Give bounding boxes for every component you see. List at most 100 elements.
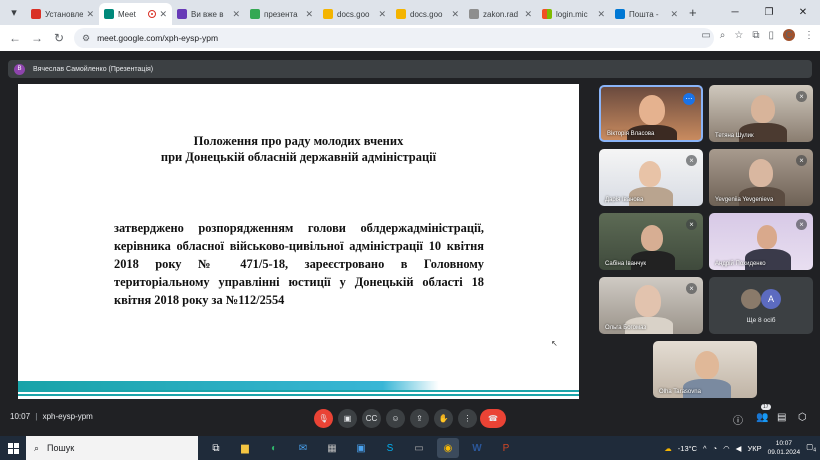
wifi-icon[interactable]: ◠ bbox=[723, 444, 730, 453]
present-button[interactable]: ⇪ bbox=[410, 409, 429, 428]
participant-tile[interactable]: ⨯ Сабіна Іванчук bbox=[599, 213, 703, 270]
system-tray: ☁ -13°C ^ ◔ ◠ ◀ УКР 10:07 09.01.2024 ▢4 bbox=[664, 436, 816, 460]
emoji-button[interactable]: ☺ bbox=[386, 409, 405, 428]
windows-start-icon[interactable] bbox=[0, 436, 26, 460]
taskbar-search[interactable]: ⌕ Пошук bbox=[26, 436, 198, 460]
search-icon: ⌕ bbox=[34, 442, 40, 453]
close-tab-icon[interactable]: ✕ bbox=[305, 9, 313, 20]
weather-temp[interactable]: -13°C bbox=[678, 444, 697, 453]
edge-icon[interactable]: ◐ bbox=[263, 438, 285, 458]
tab-item[interactable]: docs.goo ✕ bbox=[318, 3, 391, 25]
maximize-icon[interactable]: ❐ bbox=[752, 0, 786, 25]
tab-item[interactable]: Ви вже в ✕ bbox=[172, 3, 245, 25]
tab-item[interactable]: docs.goo ✕ bbox=[391, 3, 464, 25]
camera-in-use-icon[interactable]: ▭ bbox=[701, 30, 710, 41]
address-bar[interactable]: ⚙ meet.google.com/xph-eysp-ypm bbox=[74, 28, 714, 48]
muted-mic-icon: ⨯ bbox=[796, 91, 807, 102]
people-icon[interactable]: 👥 bbox=[756, 412, 768, 423]
clock-date: 09.01.2024 bbox=[767, 449, 801, 456]
browser-tab-bar: ▾ Установлен✕ Meet✕ Ви вже в✕ презента✕ … bbox=[0, 0, 820, 25]
tab-search-icon[interactable]: ▾ bbox=[6, 5, 22, 21]
slides-favicon-icon bbox=[323, 9, 333, 19]
participant-name: Андрій Похиденко bbox=[715, 261, 766, 267]
network-icon[interactable]: ◔ bbox=[713, 444, 718, 453]
skype-icon[interactable]: S bbox=[379, 438, 401, 458]
tab-label: Пошта - bbox=[629, 9, 659, 19]
language-indicator[interactable]: УКР bbox=[747, 444, 761, 453]
participant-name: Тетяна Шулик bbox=[715, 133, 754, 139]
presenter-label: Вячеслав Самойленко (Презентація) bbox=[33, 65, 154, 73]
network-app-icon[interactable]: ▭ bbox=[408, 438, 430, 458]
close-tab-icon[interactable]: ✕ bbox=[451, 9, 459, 20]
site-info-icon[interactable]: ⚙ bbox=[82, 33, 90, 44]
close-tab-icon[interactable]: ✕ bbox=[232, 9, 240, 20]
task-view-icon[interactable]: ⧉ bbox=[205, 438, 227, 458]
slide-title-line-1: Положення про раду молодих вчених bbox=[193, 134, 404, 148]
meeting-code: xph-eysp-ypm bbox=[42, 412, 93, 421]
tab-item[interactable]: Установлен✕ bbox=[26, 3, 99, 25]
close-tab-icon[interactable]: ✕ bbox=[159, 9, 167, 20]
leave-call-button[interactable]: ☎ bbox=[480, 409, 506, 428]
notification-icon[interactable]: ▢4 bbox=[806, 442, 816, 454]
close-window-icon[interactable]: ✕ bbox=[786, 0, 820, 25]
participant-tile[interactable]: ⨯ Дарія Іванова bbox=[599, 149, 703, 206]
meeting-details-icon[interactable]: ⓘ bbox=[733, 412, 743, 427]
chrome-icon[interactable]: ◉ bbox=[437, 438, 459, 458]
activities-icon[interactable]: ⬡ bbox=[798, 412, 807, 423]
clock[interactable]: 10:07 09.01.2024 bbox=[768, 439, 801, 457]
reload-icon[interactable]: ↻ bbox=[48, 31, 70, 45]
back-arrow-icon[interactable]: ← bbox=[4, 31, 26, 45]
profile-avatar[interactable]: C bbox=[783, 29, 795, 41]
tab-item[interactable]: login.mic ✕ bbox=[537, 3, 610, 25]
extensions-puzzle-icon[interactable]: ⧉ bbox=[752, 30, 759, 41]
camera-button[interactable]: ▣ bbox=[338, 409, 357, 428]
mail-icon[interactable]: ✉ bbox=[292, 438, 314, 458]
tab-item[interactable]: Пошта - ✕ bbox=[610, 3, 683, 25]
close-tab-icon[interactable]: ✕ bbox=[86, 9, 94, 20]
chrome-menu-icon[interactable]: ⋮ bbox=[804, 30, 814, 41]
tray-chevron-icon[interactable]: ^ bbox=[703, 444, 707, 453]
raise-hand-button[interactable]: ✋ bbox=[434, 409, 453, 428]
minimize-icon[interactable]: ─ bbox=[718, 0, 752, 25]
participant-avatar: A bbox=[761, 289, 781, 309]
participant-tile[interactable]: ⨯ Ольга Богомаз bbox=[599, 277, 703, 334]
participant-tile[interactable]: ⋯ Вікторія Власова bbox=[599, 85, 703, 142]
new-tab-plus-icon[interactable]: + bbox=[689, 5, 697, 20]
close-tab-icon[interactable]: ✕ bbox=[670, 9, 678, 20]
participant-tile[interactable]: ⨯ Тетяна Шулик bbox=[709, 85, 813, 142]
slide-stripe bbox=[18, 381, 579, 390]
calculator-icon[interactable]: ▦ bbox=[321, 438, 343, 458]
more-options-icon[interactable]: ⋯ bbox=[683, 93, 695, 105]
gmail-favicon-icon bbox=[31, 9, 41, 19]
people-count-badge: 17 bbox=[761, 404, 771, 410]
forward-arrow-icon[interactable]: → bbox=[26, 31, 48, 45]
zoom-icon[interactable]: ⌕ bbox=[720, 30, 726, 41]
store-icon[interactable]: ▣ bbox=[350, 438, 372, 458]
muted-mic-icon: ⨯ bbox=[686, 219, 697, 230]
captions-button[interactable]: CC bbox=[362, 409, 381, 428]
powerpoint-icon[interactable]: P bbox=[495, 438, 517, 458]
side-panel-icon[interactable]: ▯ bbox=[768, 30, 774, 41]
close-tab-icon[interactable]: ✕ bbox=[597, 9, 605, 20]
tab-item[interactable]: zakon.rad ✕ bbox=[464, 3, 537, 25]
participant-name: Yevgeniia Yevgenieva bbox=[715, 197, 774, 203]
file-explorer-icon[interactable]: ▆ bbox=[234, 438, 256, 458]
more-participants-tile[interactable]: A Ще 8 осіб bbox=[709, 277, 813, 334]
participant-tile[interactable]: Olha Tarasovna bbox=[653, 341, 757, 398]
word-icon[interactable]: W bbox=[466, 438, 488, 458]
tab-item[interactable]: презента ✕ bbox=[245, 3, 318, 25]
chat-icon[interactable]: ▤ bbox=[777, 412, 786, 423]
close-tab-icon[interactable]: ✕ bbox=[378, 9, 386, 20]
outlook-favicon-icon bbox=[615, 9, 625, 19]
tab-item-active[interactable]: Meet ✕ bbox=[99, 3, 172, 25]
more-options-button[interactable]: ⋮ bbox=[458, 409, 477, 428]
volume-icon[interactable]: ◀ bbox=[736, 444, 742, 453]
meeting-time: 10:07 bbox=[10, 412, 31, 421]
close-tab-icon[interactable]: ✕ bbox=[524, 9, 532, 20]
muted-mic-icon: ⨯ bbox=[796, 219, 807, 230]
participant-tile[interactable]: ⨯ Андрій Похиденко bbox=[709, 213, 813, 270]
participant-tile[interactable]: ⨯ Yevgeniia Yevgenieva bbox=[709, 149, 813, 206]
notification-count: 4 bbox=[813, 447, 816, 454]
mic-off-button[interactable]: 🎙 bbox=[314, 409, 333, 428]
bookmark-star-icon[interactable]: ☆ bbox=[734, 30, 743, 41]
